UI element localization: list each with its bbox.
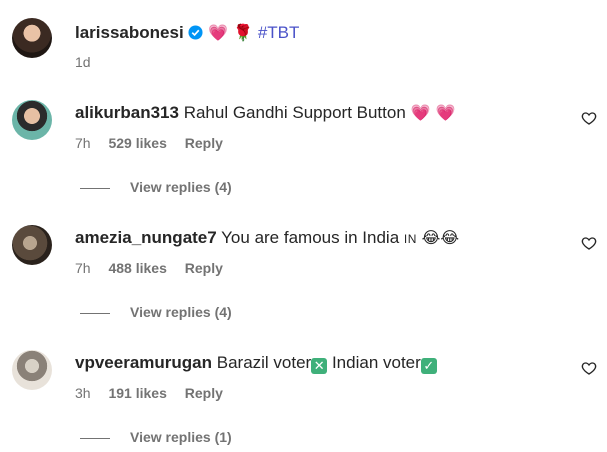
- comment-time: 7h: [75, 135, 91, 151]
- comment-text: You are famous in India: [221, 228, 400, 247]
- laughing-emoji-icon: 😂😂: [421, 228, 460, 247]
- view-replies-button[interactable]: View replies (1): [80, 428, 232, 446]
- comment-2: amezia_nungate7 You are famous in India …: [75, 228, 459, 249]
- comment-username[interactable]: alikurban313: [75, 103, 179, 122]
- verified-badge-icon: [188, 25, 203, 40]
- divider: [80, 312, 110, 314]
- view-replies-button[interactable]: View replies (4): [80, 303, 232, 321]
- comment-text-b: Indian voter: [331, 353, 421, 372]
- comment-text-a: Barazil voter: [216, 353, 312, 372]
- comment-text: Rahul Gandhi Support Button: [183, 103, 406, 122]
- like-count[interactable]: 191 likes: [108, 385, 166, 401]
- cross-mark-icon: ✕: [311, 358, 328, 374]
- reply-button[interactable]: Reply: [185, 135, 223, 151]
- comment-username[interactable]: amezia_nungate7: [75, 228, 217, 247]
- post-username[interactable]: larissabonesi: [75, 23, 184, 42]
- caption-emojis: 💗 🌹: [208, 23, 254, 42]
- post-caption: larissabonesi 💗 🌹 #TBT: [75, 23, 299, 43]
- avatar[interactable]: [12, 18, 52, 58]
- heart-icon[interactable]: [581, 110, 597, 126]
- comment-meta: 7h 488 likes Reply: [75, 259, 237, 277]
- comment-time: 7h: [75, 260, 91, 276]
- reply-button[interactable]: Reply: [185, 385, 223, 401]
- avatar[interactable]: [12, 350, 52, 390]
- comment-username[interactable]: vpveeramurugan: [75, 353, 212, 372]
- comment-3: vpveeramurugan Barazil voter ✕ Indian vot…: [75, 353, 437, 374]
- avatar[interactable]: [12, 100, 52, 140]
- divider: [80, 437, 110, 439]
- like-count[interactable]: 488 likes: [108, 260, 166, 276]
- view-replies-button[interactable]: View replies (4): [80, 178, 232, 196]
- comment-meta: 3h 191 likes Reply: [75, 384, 237, 402]
- comment-meta: 7h 529 likes Reply: [75, 134, 237, 152]
- heart-icon[interactable]: [581, 235, 597, 251]
- like-count[interactable]: 529 likes: [108, 135, 166, 151]
- check-mark-icon: ✓: [420, 358, 437, 374]
- comment-time: 3h: [75, 385, 91, 401]
- hashtag-link[interactable]: #TBT: [258, 23, 300, 42]
- avatar[interactable]: [12, 225, 52, 265]
- reply-button[interactable]: Reply: [185, 260, 223, 276]
- post-age: 1d: [75, 54, 91, 70]
- india-flag-icon: IN: [403, 232, 417, 246]
- heart-icon[interactable]: [581, 360, 597, 376]
- comment-1: alikurban313 Rahul Gandhi Support Button…: [75, 103, 455, 123]
- divider: [80, 187, 110, 189]
- comment-emojis: 💗 💗: [410, 103, 456, 122]
